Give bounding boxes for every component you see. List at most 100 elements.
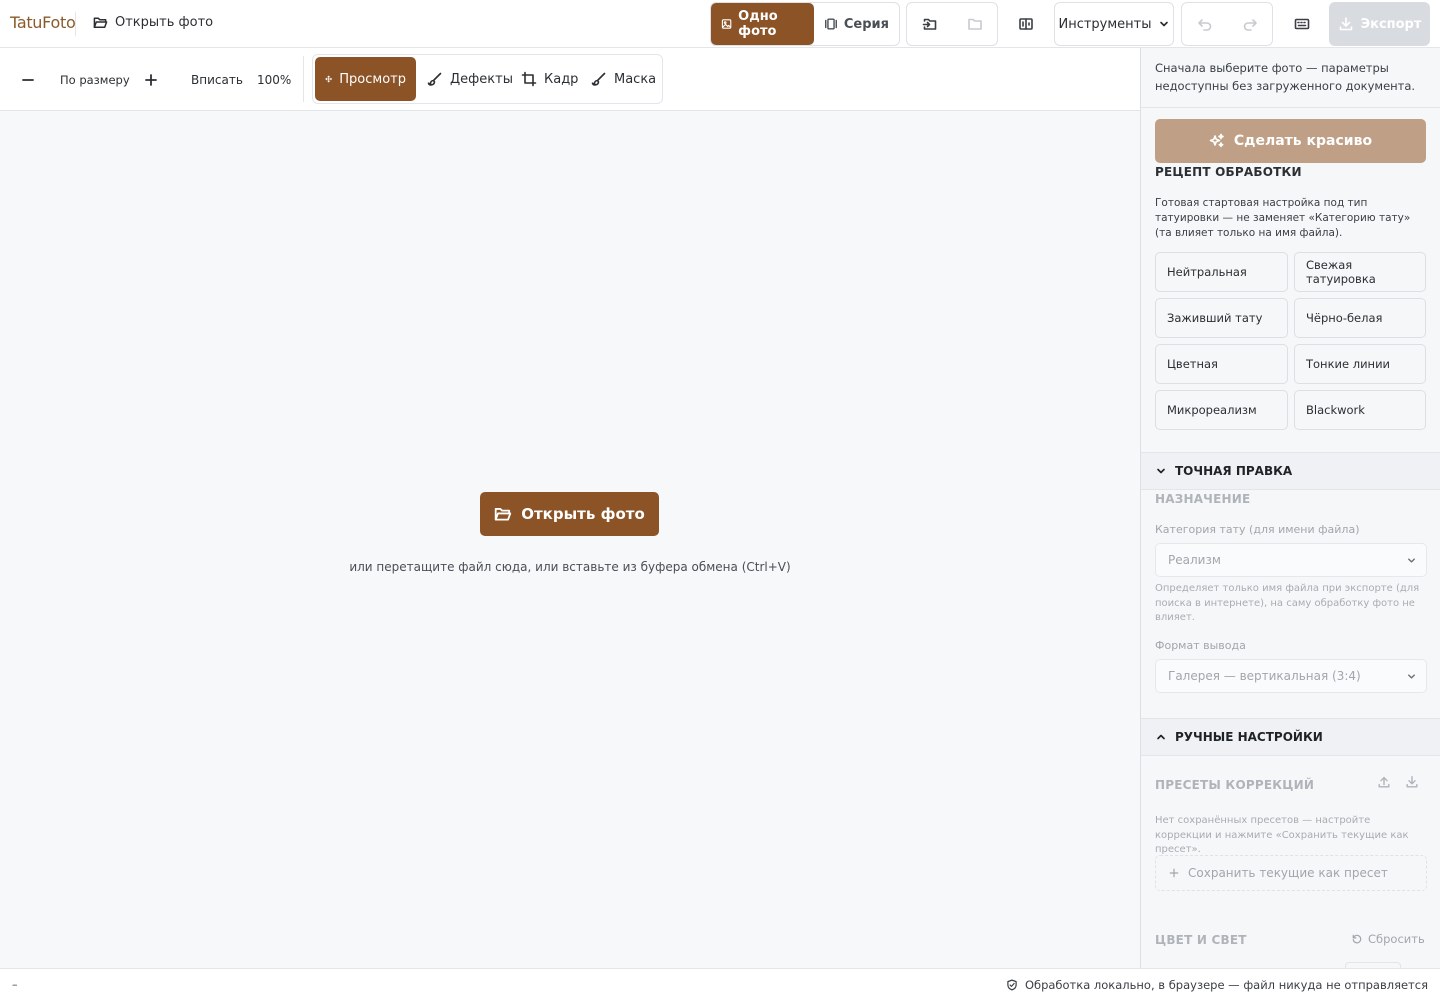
- chevron-down-icon: [1159, 21, 1168, 27]
- fine-tune-title: ТОЧНАЯ ПРАВКА: [1175, 464, 1293, 478]
- tool-defects[interactable]: Дефекты: [417, 57, 523, 101]
- undo-icon: [1197, 19, 1211, 31]
- history-group: [1181, 2, 1273, 46]
- redo-button[interactable]: [1227, 3, 1272, 45]
- presets-title: ПРЕСЕТЫ КОРРЕКЦИЙ: [1155, 778, 1315, 792]
- recipe-microrealism[interactable]: Микрореализм: [1155, 390, 1288, 430]
- category-select[interactable]: Реализм: [1155, 543, 1427, 577]
- status-bar: – Обработка локально, в браузере — файл …: [0, 968, 1440, 1000]
- minus-icon: [22, 78, 34, 81]
- fit-button[interactable]: Вписать: [191, 48, 243, 111]
- save-preset-label: Сохранить текущие как пресет: [1188, 866, 1388, 880]
- brush-icon: [591, 72, 606, 86]
- open-folder-button[interactable]: [952, 3, 997, 45]
- move-icon: [325, 75, 332, 83]
- compare-icon: [1019, 18, 1033, 30]
- accordion-fine-tune[interactable]: ТОЧНАЯ ПРАВКА: [1141, 452, 1440, 490]
- status-right: Обработка локально, в браузере — файл ни…: [1006, 978, 1428, 992]
- reset-label: Сбросить: [1368, 932, 1425, 946]
- recipe-color[interactable]: Цветная: [1155, 344, 1288, 384]
- chevron-down-icon: [1157, 468, 1165, 474]
- view-toolbar: По размеру Вписать 100% Просмотр Дефекты…: [0, 48, 1140, 111]
- reset-button[interactable]: Сбросить: [1351, 932, 1425, 946]
- shield-check-icon: [1007, 979, 1017, 991]
- tool-view-label: Просмотр: [339, 71, 406, 87]
- format-select[interactable]: Галерея — вертикальная (3:4): [1155, 659, 1427, 693]
- tools-dropdown[interactable]: Инструменты: [1054, 2, 1174, 46]
- mode-single-label: Одно фото: [738, 9, 778, 39]
- import-presets-button[interactable]: [1405, 775, 1419, 789]
- save-preset-button[interactable]: Сохранить текущие как пресет: [1155, 855, 1427, 891]
- status-left: –: [12, 978, 18, 991]
- zoom-100-button[interactable]: 100%: [257, 48, 291, 111]
- keyboard-icon: [1294, 18, 1310, 30]
- app-logo: TatuFoto: [10, 13, 76, 32]
- recipe-neutral[interactable]: Нейтральная: [1155, 252, 1288, 292]
- import-icon: [922, 18, 936, 30]
- folder-open-icon: [495, 508, 512, 521]
- preset-actions: [1377, 775, 1419, 789]
- divider: [303, 56, 304, 102]
- redo-icon: [1243, 19, 1257, 31]
- undo-button[interactable]: [1182, 3, 1227, 45]
- top-bar: TatuFoto Открыть фото Одно фото Серия Ин…: [0, 0, 1440, 48]
- format-select-value: Галерея — вертикальная (3:4): [1168, 669, 1361, 683]
- import-group: [906, 2, 998, 46]
- format-label: Формат вывода: [1155, 639, 1246, 652]
- zoom-out-button[interactable]: [20, 48, 36, 111]
- tool-defects-label: Дефекты: [450, 71, 513, 87]
- color-light-title: ЦВЕТ И СВЕТ: [1155, 933, 1247, 947]
- export-label: Экспорт: [1360, 16, 1422, 32]
- make-beautiful-label: Сделать красиво: [1233, 133, 1373, 149]
- tool-crop-label: Кадр: [544, 71, 579, 87]
- chevron-up-icon: [1157, 734, 1165, 740]
- settings-panel: Сначала выберите фото — параметры недост…: [1140, 48, 1440, 968]
- accordion-manual-settings[interactable]: РУЧНЫЕ НАСТРОЙКИ: [1141, 718, 1440, 756]
- canvas-area[interactable]: Открыть фото или перетащите файл сюда, и…: [0, 111, 1140, 968]
- tool-crop[interactable]: Кадр: [511, 57, 588, 101]
- open-photo-link[interactable]: Открыть фото: [93, 15, 213, 30]
- recipe-black-white[interactable]: Чёрно-белая: [1294, 298, 1426, 338]
- keyboard-shortcuts-button[interactable]: [1280, 3, 1324, 45]
- category-select-value: Реализм: [1168, 553, 1221, 567]
- drop-hint: или перетащите файл сюда, или вставьте и…: [349, 560, 791, 574]
- zoom-fit-size[interactable]: По размеру: [60, 48, 130, 111]
- compare-button[interactable]: [1004, 3, 1048, 45]
- download-icon: [1339, 17, 1352, 31]
- download-icon: [1406, 776, 1418, 788]
- presets-note: Нет сохранённых пресетов — настройте кор…: [1155, 815, 1409, 855]
- recipe-healed-tattoo[interactable]: Заживший тату: [1155, 298, 1288, 338]
- recipe-fresh-tattoo[interactable]: Свежая татуировка: [1294, 252, 1426, 292]
- upload-icon: [1378, 776, 1390, 788]
- tool-mask[interactable]: Маска: [581, 57, 666, 101]
- open-photo-button[interactable]: Открыть фото: [480, 492, 659, 536]
- gallery-icon: [824, 18, 837, 30]
- privacy-note: Обработка локально, в браузере — файл ни…: [1024, 978, 1428, 992]
- mode-single-photo[interactable]: Одно фото: [711, 3, 814, 45]
- purpose-title: НАЗНАЧЕНИЕ: [1155, 492, 1251, 506]
- divider: [75, 12, 76, 36]
- mode-switch: Одно фото Серия: [710, 2, 900, 46]
- panel-notice: Сначала выберите фото — параметры недост…: [1141, 48, 1440, 108]
- compare-group: [1004, 2, 1048, 46]
- import-button[interactable]: [907, 3, 952, 45]
- category-note: Определяет только имя файла при экспорте…: [1155, 583, 1420, 623]
- recipe-fine-lines[interactable]: Тонкие линии: [1294, 344, 1426, 384]
- zoom-in-button[interactable]: [143, 48, 159, 111]
- tool-mask-label: Маска: [614, 71, 657, 87]
- tool-switch: Просмотр Дефекты Кадр Маска: [312, 54, 663, 104]
- folder-open-icon: [93, 17, 108, 28]
- export-presets-button[interactable]: [1377, 775, 1391, 789]
- recipe-blackwork[interactable]: Blackwork: [1294, 390, 1426, 430]
- mode-series[interactable]: Серия: [814, 3, 899, 45]
- export-button[interactable]: Экспорт: [1329, 2, 1430, 46]
- reset-icon: [1352, 934, 1362, 944]
- open-photo-label: Открыть фото: [115, 15, 214, 30]
- tool-view[interactable]: Просмотр: [315, 57, 416, 101]
- brush-icon: [427, 72, 442, 86]
- chevron-down-icon: [1408, 557, 1415, 563]
- image-icon: [721, 19, 732, 29]
- make-beautiful-button[interactable]: Сделать красиво: [1155, 119, 1426, 163]
- plus-icon: [1169, 868, 1179, 878]
- recipe-grid: Нейтральная Свежая татуировка Заживший т…: [1155, 252, 1427, 430]
